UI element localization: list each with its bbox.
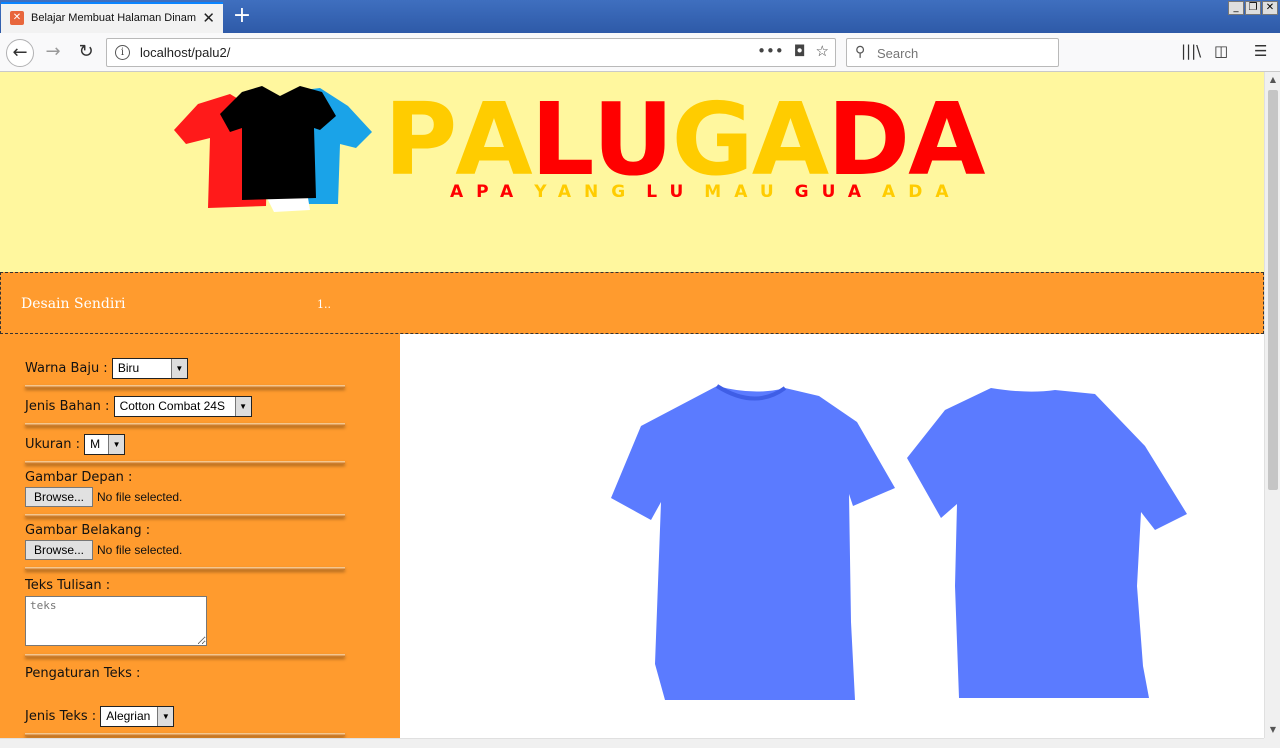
horizontal-scrollbar[interactable] bbox=[0, 738, 1264, 748]
browse-belakang-button[interactable]: Browse... bbox=[25, 540, 94, 560]
logo-letter: P bbox=[384, 81, 457, 198]
jenis-teks-field: Jenis Teks : Alegrian ▼ bbox=[25, 706, 175, 727]
dropdown-arrow-icon: ▼ bbox=[108, 435, 125, 454]
xampp-favicon-icon: ✕ bbox=[10, 11, 24, 25]
tagline-word: LU bbox=[646, 182, 697, 202]
pengaturan-label: Pengaturan Teks : bbox=[25, 666, 141, 681]
search-bar[interactable]: ⚲ bbox=[846, 38, 1059, 67]
dropdown-arrow-icon: ▼ bbox=[157, 707, 174, 726]
logo-letter: A bbox=[908, 81, 985, 198]
url-actions: ••• ◘ ☆ bbox=[757, 42, 829, 60]
header-banner: P A L U G A D A APA YANG LU MAU GUA ADA bbox=[0, 72, 1264, 272]
logo-letter: A bbox=[455, 81, 532, 198]
scrollbar-corner bbox=[1264, 738, 1280, 748]
divider bbox=[25, 423, 345, 426]
back-button[interactable]: ← bbox=[6, 39, 34, 67]
belakang-file-status: No file selected. bbox=[97, 543, 183, 557]
tshirt-back-image bbox=[907, 388, 1187, 698]
dropdown-arrow-icon: ▼ bbox=[234, 397, 251, 416]
teks-textarea[interactable] bbox=[25, 596, 207, 646]
belakang-label: Gambar Belakang : bbox=[25, 523, 151, 538]
close-tab-icon[interactable]: ✕ bbox=[202, 9, 215, 27]
logo-letter: D bbox=[827, 81, 910, 198]
teks-label: Teks Tulisan : bbox=[25, 578, 111, 593]
tab-title: Belajar Membuat Halaman Dinamis bbox=[31, 12, 196, 24]
browse-depan-button[interactable]: Browse... bbox=[25, 487, 94, 507]
menu-marker: 1.. bbox=[317, 298, 331, 311]
browser-tab[interactable]: ✕ Belajar Membuat Halaman Dinamis ✕ bbox=[1, 2, 223, 33]
reload-button[interactable]: ↻ bbox=[72, 39, 100, 67]
bahan-field: Jenis Bahan : Cotton Combat 24S ▼ bbox=[25, 396, 252, 417]
search-icon: ⚲ bbox=[855, 44, 866, 60]
divider bbox=[25, 733, 345, 736]
depan-label: Gambar Depan : bbox=[25, 470, 133, 485]
logo-tagline: APA YANG LU MAU GUA ADA bbox=[450, 182, 961, 202]
address-bar[interactable]: i localhost/palu2/ ••• ◘ ☆ bbox=[106, 38, 836, 67]
scrollbar-thumb[interactable] bbox=[1268, 90, 1278, 490]
tshirt-front-image bbox=[611, 384, 895, 700]
vertical-scrollbar[interactable]: ▲ ▼ bbox=[1264, 72, 1280, 738]
jenis-teks-label: Jenis Teks : bbox=[25, 709, 97, 724]
divider bbox=[25, 461, 345, 464]
url-text[interactable]: localhost/palu2/ bbox=[140, 45, 230, 60]
divider bbox=[25, 567, 345, 570]
bahan-label: Jenis Bahan : bbox=[25, 399, 110, 414]
warna-label: Warna Baju : bbox=[25, 361, 108, 376]
tagline-word: GUA bbox=[794, 182, 875, 202]
navigation-toolbar: ← → ↻ i localhost/palu2/ ••• ◘ ☆ ⚲ |||\ … bbox=[0, 33, 1280, 72]
scroll-up-arrow-icon[interactable]: ▲ bbox=[1265, 72, 1280, 88]
divider bbox=[25, 654, 345, 657]
restore-button[interactable]: ❐ bbox=[1245, 1, 1261, 15]
shirt-preview-area bbox=[400, 334, 1264, 738]
scroll-down-arrow-icon[interactable]: ▼ bbox=[1265, 722, 1280, 738]
ukuran-value: M bbox=[90, 437, 101, 451]
palugada-logo-text: P A L U G A D A bbox=[384, 80, 986, 198]
depan-file-status: No file selected. bbox=[97, 490, 183, 504]
tshirts-logo-image bbox=[174, 86, 372, 212]
library-icon[interactable]: |||\ bbox=[1181, 42, 1201, 60]
bahan-value: Cotton Combat 24S bbox=[119, 399, 225, 413]
page-viewport: P A L U G A D A APA YANG LU MAU GUA ADA … bbox=[0, 72, 1264, 738]
ukuran-label: Ukuran : bbox=[25, 437, 80, 452]
warna-value: Biru bbox=[117, 361, 140, 375]
forward-button[interactable]: → bbox=[39, 39, 67, 67]
nav-menu: Desain Sendiri 1.. bbox=[0, 272, 1264, 334]
new-tab-button[interactable]: + bbox=[230, 2, 254, 30]
menu-link-desain-sendiri[interactable]: Desain Sendiri bbox=[21, 296, 126, 312]
site-info-icon[interactable]: i bbox=[115, 45, 130, 60]
design-form-panel: Warna Baju : Biru ▼ Jenis Bahan : Cotton… bbox=[0, 334, 400, 738]
warna-field: Warna Baju : Biru ▼ bbox=[25, 358, 188, 379]
logo-letter: L bbox=[530, 81, 595, 198]
ukuran-select[interactable]: M ▼ bbox=[84, 434, 126, 455]
pocket-icon[interactable]: ◘ bbox=[794, 42, 806, 60]
tagline-word: ADA bbox=[882, 182, 962, 202]
page-actions-icon[interactable]: ••• bbox=[757, 42, 784, 60]
tagline-word: MAU bbox=[704, 182, 787, 202]
logo-letter: U bbox=[592, 81, 673, 198]
minimize-button[interactable]: _ bbox=[1228, 1, 1244, 15]
close-window-button[interactable]: ✕ bbox=[1262, 1, 1278, 15]
sidebar-icon[interactable]: ◫ bbox=[1214, 42, 1228, 60]
bahan-select[interactable]: Cotton Combat 24S ▼ bbox=[113, 396, 252, 417]
tagline-word: APA bbox=[450, 182, 527, 202]
jenis-teks-select[interactable]: Alegrian ▼ bbox=[100, 706, 175, 727]
menu-icon[interactable]: ☰ bbox=[1254, 42, 1267, 60]
depan-field: Gambar Depan : Browse... No file selected… bbox=[25, 470, 182, 507]
divider bbox=[25, 514, 345, 517]
window-controls: _ ❐ ✕ bbox=[1228, 1, 1278, 15]
divider bbox=[25, 385, 345, 388]
dropdown-arrow-icon: ▼ bbox=[170, 359, 187, 378]
search-input[interactable] bbox=[877, 44, 1047, 62]
belakang-field: Gambar Belakang : Browse... No file selec… bbox=[25, 523, 182, 560]
logo-letter: A bbox=[751, 81, 829, 198]
bookmark-star-icon[interactable]: ☆ bbox=[816, 42, 829, 60]
tagline-word: YANG bbox=[534, 182, 639, 202]
ukuran-field: Ukuran : M ▼ bbox=[25, 434, 126, 455]
warna-select[interactable]: Biru ▼ bbox=[111, 358, 188, 379]
logo-letter: G bbox=[671, 81, 754, 198]
jenis-teks-value: Alegrian bbox=[106, 709, 151, 723]
title-bar: ✕ Belajar Membuat Halaman Dinamis ✕ + _ … bbox=[0, 0, 1280, 33]
